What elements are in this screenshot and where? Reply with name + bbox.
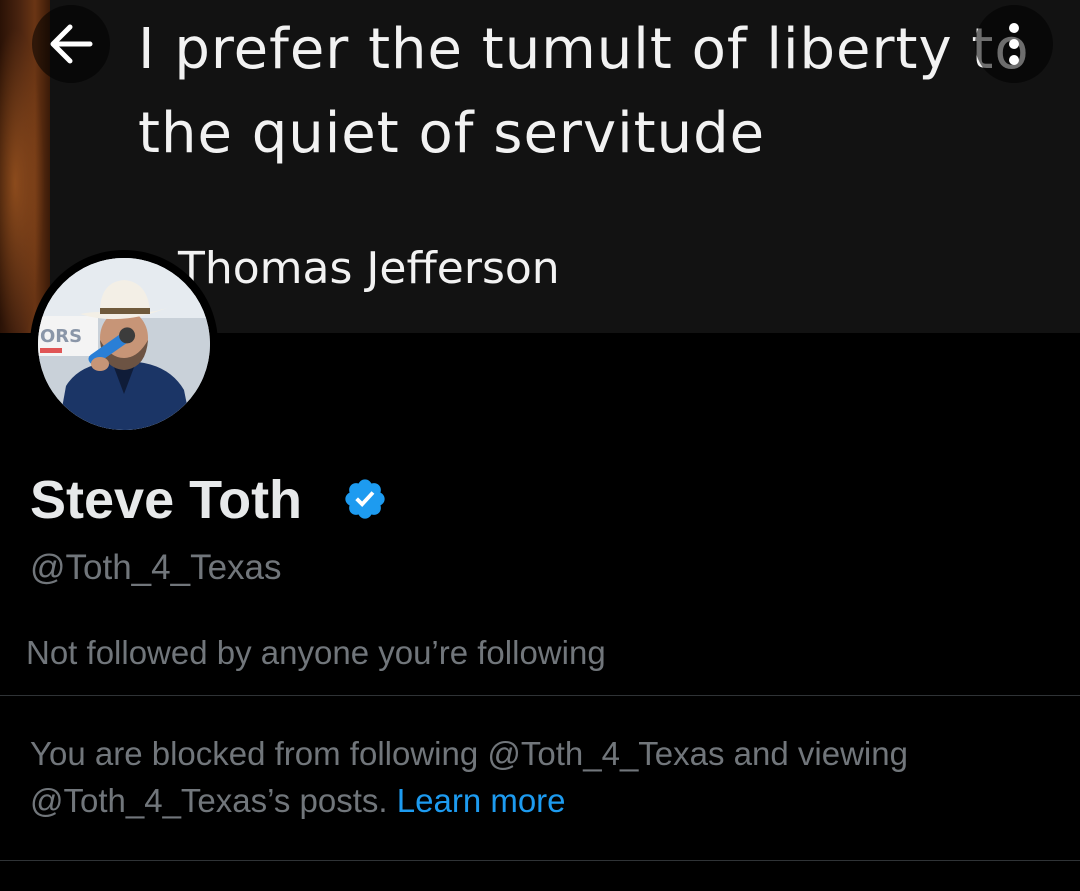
avatar[interactable]: ORS — [30, 250, 218, 438]
divider — [0, 860, 1080, 861]
more-vertical-icon — [1009, 23, 1019, 65]
arrow-left-icon — [50, 24, 93, 64]
blocked-notice: You are blocked from following @Toth_4_T… — [30, 730, 1050, 824]
profile-handle: @Toth_4_Texas — [30, 548, 282, 587]
divider — [0, 695, 1080, 696]
banner-quote-line-2: the quiet of servitude — [138, 101, 766, 166]
avatar-photo: ORS — [38, 258, 210, 430]
followers-you-know-note: Not followed by anyone you’re following — [26, 634, 606, 671]
learn-more-link[interactable]: Learn more — [397, 782, 566, 819]
verified-badge-icon[interactable] — [342, 476, 388, 522]
banner-quote-line-1: I prefer the tumult of liberty to — [138, 17, 1030, 82]
back-button[interactable] — [32, 5, 110, 83]
more-options-button[interactable] — [975, 5, 1053, 83]
banner-quote-author: Thomas Jefferson — [178, 243, 560, 294]
display-name: Steve Toth — [30, 470, 303, 530]
avatar-sign-text: ORS — [40, 326, 82, 347]
